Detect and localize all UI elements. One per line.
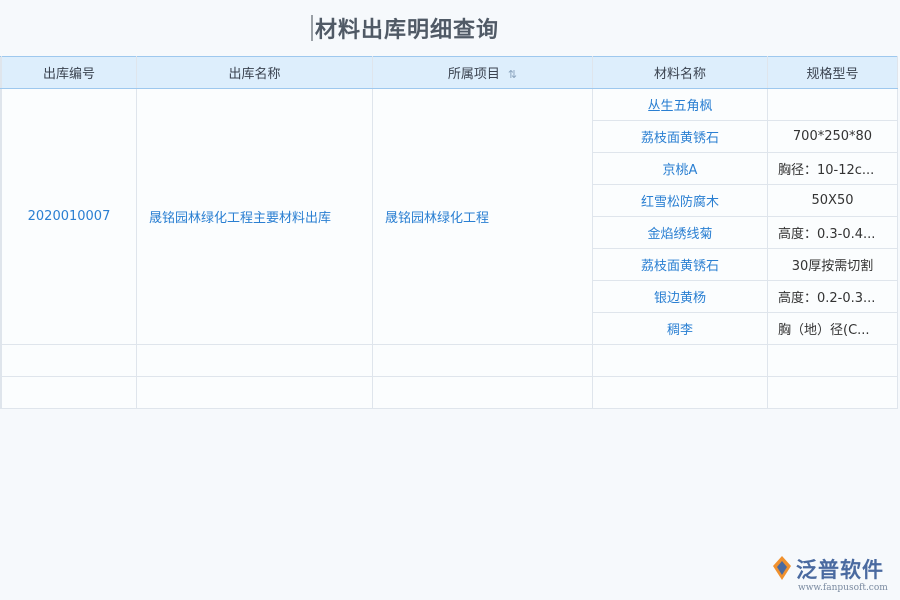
cell-material[interactable]: 红雪松防腐木 (593, 185, 768, 217)
header-project[interactable]: 所属项目 ⇅ (373, 57, 593, 89)
empty-cell (373, 377, 593, 409)
cell-out-no[interactable]: 2020010007 (2, 89, 137, 345)
cell-material[interactable]: 稠李 (593, 313, 768, 345)
logo-icon (770, 554, 794, 582)
detail-table: 出库编号 出库名称 所属项目 ⇅ 材料名称 规格型号 2020010007 晟铭园… (0, 56, 898, 409)
cell-spec: 高度：0.2-0.3... (768, 281, 898, 313)
cell-spec: 胸（地）径(C... (768, 313, 898, 345)
table-row[interactable]: 2020010007 晟铭园林绿化工程主要材料出库 晟铭园林绿化工程 丛生五角枫 (1, 89, 898, 121)
cell-spec: 胸径：10-12c... (768, 153, 898, 185)
cell-material[interactable]: 银边黄杨 (593, 281, 768, 313)
empty-row (1, 377, 898, 409)
cell-project[interactable]: 晟铭园林绿化工程 (373, 89, 593, 345)
empty-cell (593, 377, 768, 409)
cell-material[interactable]: 荔枝面黄锈石 (593, 249, 768, 281)
cell-spec: 700*250*80 (768, 121, 898, 153)
cell-material[interactable]: 金焰绣线菊 (593, 217, 768, 249)
empty-cell (593, 345, 768, 377)
cell-spec: 高度：0.3-0.4... (768, 217, 898, 249)
brand-logo: 泛普软件 www.fanpusoft.com (770, 552, 895, 598)
empty-cell (373, 345, 593, 377)
sort-icon[interactable]: ⇅ (508, 68, 517, 81)
row-stub (1, 249, 2, 281)
row-stub (1, 217, 2, 249)
cell-spec (768, 89, 898, 121)
row-stub (1, 185, 2, 217)
cell-out-name[interactable]: 晟铭园林绿化工程主要材料出库 (137, 89, 373, 345)
table-header-row: 出库编号 出库名称 所属项目 ⇅ 材料名称 规格型号 (1, 57, 898, 89)
header-project-label: 所属项目 (448, 67, 500, 82)
header-out-name[interactable]: 出库名称 (137, 57, 373, 89)
cell-spec: 30厚按需切割 (768, 249, 898, 281)
page-title: 材料出库明细查询 (315, 12, 499, 44)
header-out-no[interactable]: 出库编号 (2, 57, 137, 89)
title-bar: 材料出库明细查询 (0, 0, 900, 56)
header-material[interactable]: 材料名称 (593, 57, 768, 89)
logo-text: 泛普软件 (796, 554, 884, 584)
empty-cell (768, 345, 898, 377)
row-stub (1, 153, 2, 185)
cell-spec: 50X50 (768, 185, 898, 217)
logo-url: www.fanpusoft.com (798, 583, 888, 593)
empty-cell (2, 377, 137, 409)
empty-cell (768, 377, 898, 409)
empty-cell (137, 345, 373, 377)
cell-material[interactable]: 荔枝面黄锈石 (593, 121, 768, 153)
header-spec[interactable]: 规格型号 (768, 57, 898, 89)
row-stub (1, 281, 2, 313)
cell-material[interactable]: 丛生五角枫 (593, 89, 768, 121)
row-stub (1, 121, 2, 153)
text-cursor (311, 15, 313, 41)
row-stub (1, 313, 2, 345)
empty-row (1, 345, 898, 377)
empty-cell (137, 377, 373, 409)
empty-cell (2, 345, 137, 377)
cell-material[interactable]: 京桃A (593, 153, 768, 185)
